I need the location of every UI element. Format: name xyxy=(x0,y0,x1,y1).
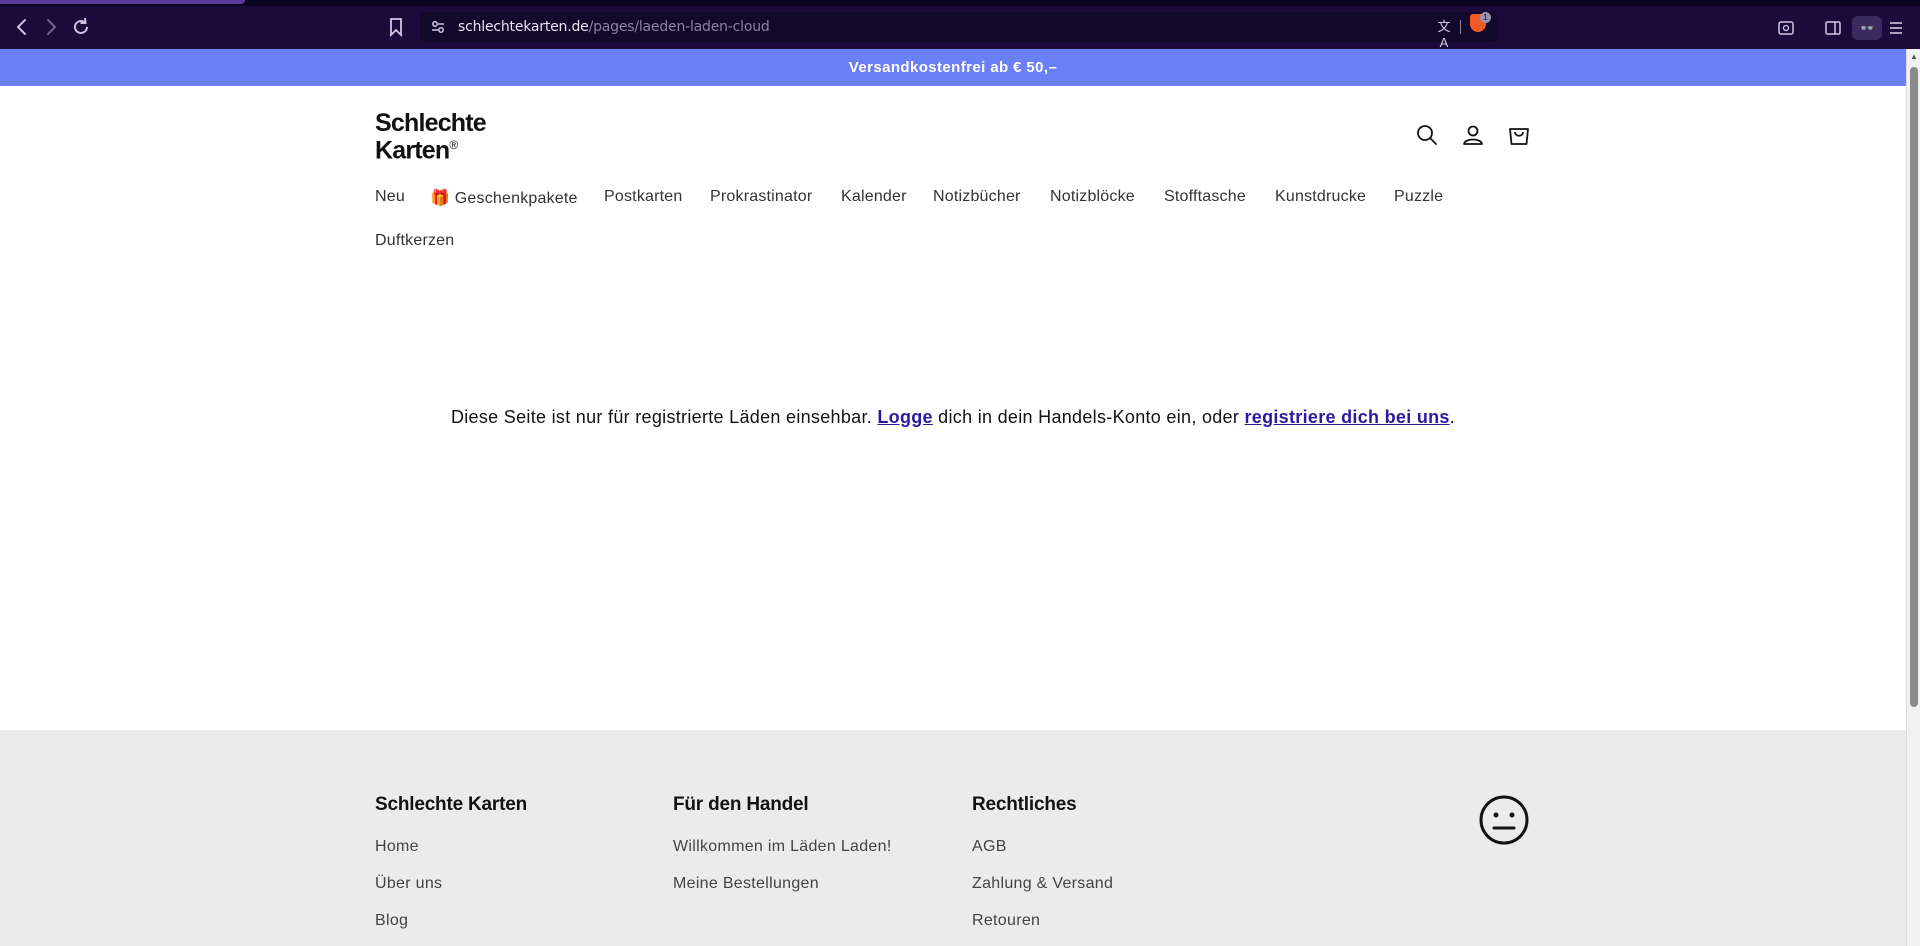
url-path: /pages/laeden-laden-cloud xyxy=(588,19,770,35)
footer-heading: Schlechte Karten xyxy=(375,794,528,815)
footer-link-ueber-uns[interactable]: Über uns xyxy=(375,875,527,912)
logo-registered-mark: ® xyxy=(449,138,458,152)
restricted-access-notice: Diese Seite ist nur für registrierte Läd… xyxy=(0,407,1906,428)
announcement-bar: Versandkostenfrei ab € 50,– xyxy=(0,49,1906,86)
browser-toolbar: schlechtekarten.de/pages/laeden-laden-cl… xyxy=(0,0,1920,50)
nav-item-neu[interactable]: Neu xyxy=(375,188,405,206)
search-button[interactable] xyxy=(1414,122,1440,148)
nav-item-prokrastinator[interactable]: Prokrastinator xyxy=(710,188,812,206)
sidebar-icon[interactable] xyxy=(1823,18,1843,38)
nav-item-duftkerzen[interactable]: Duftkerzen xyxy=(375,232,454,250)
forward-button[interactable] xyxy=(40,16,62,38)
nav-item-kalender[interactable]: Kalender xyxy=(841,188,907,206)
footer-link-home[interactable]: Home xyxy=(375,838,527,875)
logo-line2: Karten xyxy=(375,136,450,165)
divider xyxy=(1460,20,1461,34)
register-link[interactable]: registriere dich bei uns xyxy=(1244,407,1449,427)
footer-link-blog[interactable]: Blog xyxy=(375,912,527,946)
url-text: schlechtekarten.de/pages/laeden-laden-cl… xyxy=(458,19,770,35)
bookmark-icon xyxy=(390,18,402,38)
neutral-face-icon xyxy=(1479,795,1529,845)
footer-column-rechtliches: Rechtliches AGB Zahlung & Versand Retour… xyxy=(972,794,1113,946)
reload-button[interactable] xyxy=(70,16,92,38)
footer-column-schlechte-karten: Schlechte Karten Home Über uns Blog xyxy=(375,794,527,946)
url-domain: schlechtekarten.de xyxy=(458,19,589,35)
footer-heading: Für den Handel xyxy=(673,794,809,815)
nav-item-postkarten[interactable]: Postkarten xyxy=(604,188,682,206)
footer-column-handel: Für den Handel Willkommen im Läden Laden… xyxy=(673,794,892,912)
cart-button[interactable] xyxy=(1506,122,1532,148)
reload-icon xyxy=(74,17,88,34)
site-logo[interactable]: Schlechte Karten® xyxy=(375,109,487,165)
address-bar[interactable]: schlechtekarten.de/pages/laeden-laden-cl… xyxy=(420,12,1498,50)
shopping-bag-icon xyxy=(1509,128,1529,145)
chevron-left-icon xyxy=(16,19,26,35)
menu-icon[interactable] xyxy=(1886,18,1906,38)
nav-item-notizbuecher[interactable]: Notizbücher xyxy=(933,188,1021,206)
user-icon xyxy=(1463,125,1483,145)
footer-heading: Rechtliches xyxy=(972,794,1077,815)
footer-link-zahlung-versand[interactable]: Zahlung & Versand xyxy=(972,875,1113,912)
notice-text-3: . xyxy=(1449,407,1456,427)
footer-link-willkommen[interactable]: Willkommen im Läden Laden! xyxy=(673,838,892,875)
nav-item-geschenkpakete[interactable]: 🎁 Geschenkpakete xyxy=(430,188,578,208)
nav-item-kunstdrucke[interactable]: Kunstdrucke xyxy=(1275,188,1366,206)
translate-icon[interactable]: 文A xyxy=(1436,19,1452,50)
notice-text-2: dich in dein Handels-Konto ein, oder xyxy=(932,407,1245,427)
notice-text-1: Diese Seite ist nur für registrierte Läd… xyxy=(450,407,878,427)
footer-link-agb[interactable]: AGB xyxy=(972,838,1113,875)
logo-line1: Schlechte xyxy=(375,109,487,137)
footer-link-bestellungen[interactable]: Meine Bestellungen xyxy=(673,875,892,912)
scroll-thumb[interactable] xyxy=(1910,67,1918,707)
footer-link-retouren[interactable]: Retouren xyxy=(972,912,1113,946)
site-footer: Schlechte Karten Home Über uns Blog Für … xyxy=(0,730,1906,946)
nav-item-notizbloecke[interactable]: Notizblöcke xyxy=(1050,188,1135,206)
shields-count-badge: 1 xyxy=(1480,12,1491,23)
active-tab-indicator xyxy=(0,0,245,4)
chevron-right-icon xyxy=(47,19,57,35)
nav-item-puzzle[interactable]: Puzzle xyxy=(1394,188,1443,206)
site-info-icon[interactable] xyxy=(430,19,446,35)
account-button[interactable] xyxy=(1460,122,1486,148)
login-link[interactable]: Logge xyxy=(877,407,933,427)
search-icon xyxy=(1417,125,1437,145)
reading-glasses-icon[interactable]: 👓 xyxy=(1852,16,1882,40)
nav-item-stofftasche[interactable]: Stofftasche xyxy=(1164,188,1246,206)
back-button[interactable] xyxy=(11,16,33,38)
scroll-up-icon[interactable]: ▲ xyxy=(1910,53,1918,61)
tab-search-icon[interactable] xyxy=(1776,18,1796,38)
bookmark-button[interactable] xyxy=(387,16,405,38)
page-scrollbar[interactable]: ▲ xyxy=(1906,49,1920,946)
